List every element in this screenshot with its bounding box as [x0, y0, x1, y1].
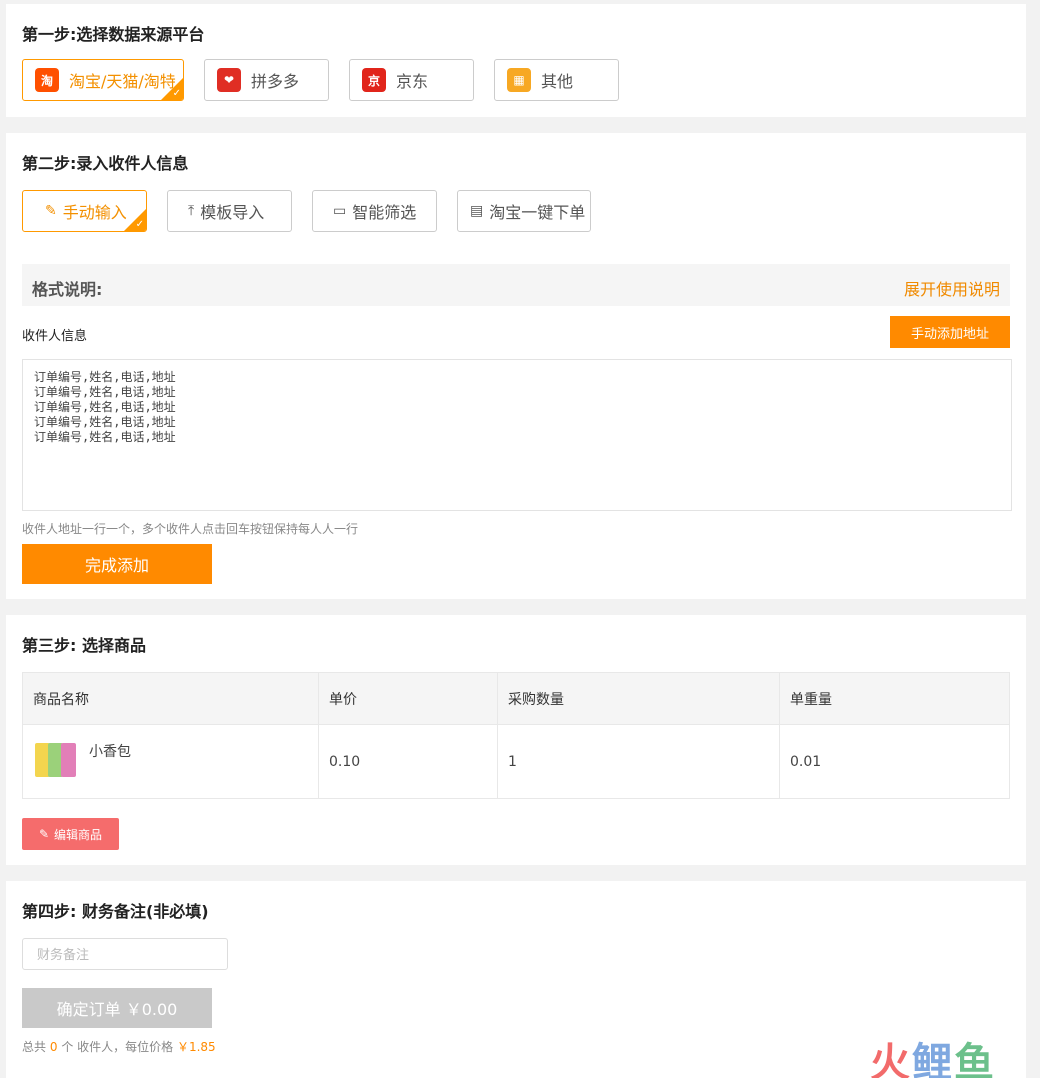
expand-instructions-link[interactable]: 展开使用说明 — [904, 276, 1000, 300]
recipient-hint: 收件人地址一行一个，多个收件人点击回车按钮保持每人人一行 — [22, 522, 359, 536]
method-label: 淘宝一键下单 — [489, 203, 586, 222]
pinduoduo-icon: ❤ — [217, 68, 241, 92]
confirm-order-button[interactable]: 确定订单 ￥0.00 — [22, 988, 212, 1028]
platform-jd[interactable]: 京 京东 — [349, 59, 474, 101]
order-summary: 总共 0 个 收件人，每位价格 ￥1.85 — [22, 1038, 216, 1055]
step2-title: 第二步:录入收件人信息 — [22, 154, 189, 173]
product-thumbnail — [33, 741, 79, 781]
platform-label: 拼多多 — [251, 72, 300, 91]
summary-prefix: 总共 — [22, 1040, 47, 1054]
monitor-icon: ▭ — [333, 203, 347, 219]
pencil-icon: ✎ — [38, 827, 50, 841]
goods-table: 商品名称 单价 采购数量 单重量 小香包 0.10 1 0.01 — [22, 672, 1010, 799]
check-icon: ✓ — [135, 219, 144, 230]
watermark-char: 鲤 — [912, 1040, 954, 1078]
recipient-textarea[interactable]: 订单编号,姓名,电话,地址 订单编号,姓名,电话,地址 订单编号,姓名,电话,地… — [22, 359, 1012, 511]
method-label: 模板导入 — [200, 203, 265, 222]
document-icon: ▤ — [470, 203, 484, 219]
summary-count: 0 — [49, 1040, 58, 1054]
upload-icon: ⤒ — [188, 203, 195, 219]
platform-taobao[interactable]: 淘 淘宝/天猫/淘特 ✓ — [22, 59, 184, 101]
column-header: 商品名称 — [22, 672, 319, 725]
step4-title: 第四步: 财务备注(非必填) — [22, 902, 209, 921]
platform-label: 其他 — [541, 72, 574, 91]
step1-title: 第一步:选择数据来源平台 — [22, 25, 205, 44]
taobao-icon: 淘 — [35, 68, 59, 92]
watermark-char: 火 — [870, 1040, 912, 1078]
platform-pinduoduo[interactable]: ❤ 拼多多 — [204, 59, 329, 101]
platform-other[interactable]: ▦ 其他 — [494, 59, 619, 101]
watermark-logo: 火鲤鱼 — [870, 1030, 996, 1078]
method-template-import[interactable]: ⤒ 模板导入 — [167, 190, 292, 232]
finance-note-input[interactable] — [22, 938, 228, 970]
method-smart-filter[interactable]: ▭ 智能筛选 — [312, 190, 437, 232]
method-label: 智能筛选 — [352, 203, 417, 222]
column-header: 单重量 — [779, 672, 1010, 725]
watermark-char: 鱼 — [954, 1040, 996, 1078]
edit-goods-label: 编辑商品 — [54, 827, 103, 842]
check-icon: ✓ — [172, 88, 181, 99]
method-label: 手动输入 — [62, 203, 127, 222]
format-title: 格式说明: — [32, 280, 103, 299]
column-header: 采购数量 — [497, 672, 780, 725]
jd-icon: 京 — [362, 68, 386, 92]
edit-goods-button[interactable]: ✎ 编辑商品 — [22, 818, 119, 850]
finish-add-button[interactable]: 完成添加 — [22, 544, 212, 584]
format-bar: 格式说明: 展开使用说明 — [22, 264, 1010, 306]
method-manual[interactable]: ✎ 手动输入 ✓ — [22, 190, 147, 232]
step2-card: 第二步:录入收件人信息 ✎ 手动输入 ✓ ⤒ 模板导入 ▭ 智能筛选 ▤ 淘宝一… — [6, 133, 1026, 599]
platform-label: 淘宝/天猫/淘特 — [69, 72, 176, 91]
step3-title: 第三步: 选择商品 — [22, 636, 146, 655]
method-taobao-oneclick[interactable]: ▤ 淘宝一键下单 — [457, 190, 591, 232]
price-cell: 0.10 — [318, 724, 498, 799]
table-header-row: 商品名称 单价 采购数量 单重量 — [22, 672, 1010, 725]
product-cell: 小香包 — [22, 724, 319, 799]
step1-card: 第一步:选择数据来源平台 淘 淘宝/天猫/淘特 ✓ ❤ 拼多多 京 京东 ▦ 其… — [6, 4, 1026, 117]
summary-middle: 个 收件人，每位价格 — [61, 1040, 174, 1054]
grid-icon: ▦ — [507, 68, 531, 92]
add-address-button[interactable]: 手动添加地址 — [890, 316, 1010, 348]
quantity-cell: 1 — [497, 724, 780, 799]
step3-card: 第三步: 选择商品 商品名称 单价 采购数量 单重量 小香包 0.10 1 0.… — [6, 615, 1026, 865]
recipient-label: 收件人信息 — [22, 329, 88, 344]
weight-cell: 0.01 — [779, 724, 1010, 799]
pencil-icon: ✎ — [45, 203, 57, 219]
platform-label: 京东 — [396, 72, 429, 91]
table-row: 小香包 0.10 1 0.01 — [22, 724, 1010, 799]
product-name: 小香包 — [89, 744, 131, 760]
summary-price: ￥1.85 — [176, 1040, 216, 1054]
column-header: 单价 — [318, 672, 498, 725]
